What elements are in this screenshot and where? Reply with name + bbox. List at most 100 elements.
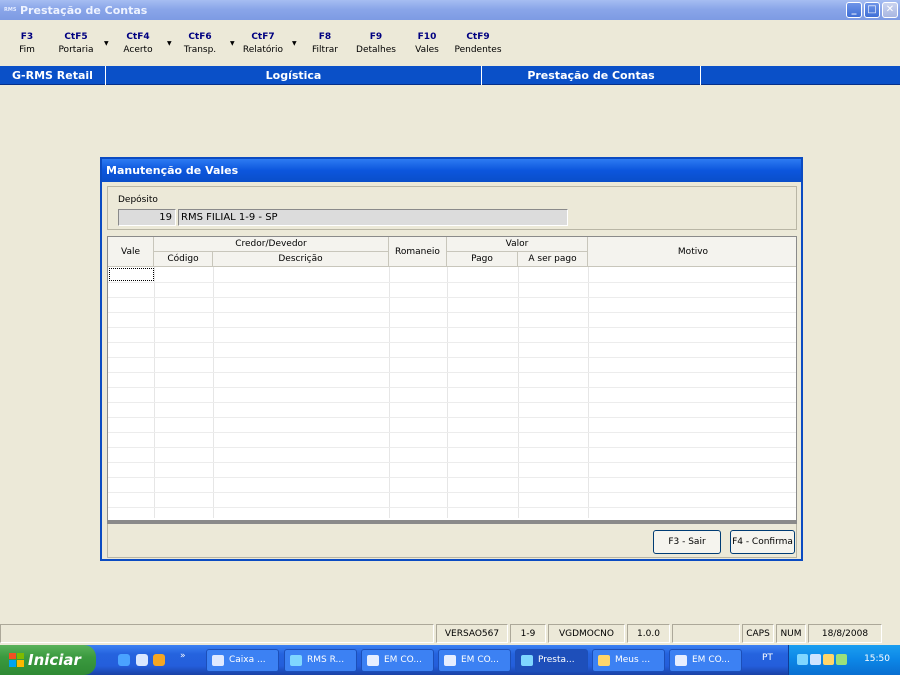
toolbar-relatorio-button[interactable]: CtF7 Relatório (233, 32, 293, 55)
col-romaneio[interactable]: Romaneio (389, 237, 447, 267)
dialog-title[interactable]: Manutenção de Vales (102, 159, 801, 182)
grid-line (108, 312, 796, 313)
task-presta[interactable]: Presta... (515, 649, 588, 672)
col-codigo[interactable]: Código (154, 252, 213, 267)
confirma-button[interactable]: F4 - Confirma (730, 530, 795, 554)
ie-icon[interactable] (118, 654, 130, 666)
network-icon[interactable] (810, 654, 821, 665)
desktop-icon[interactable] (136, 654, 148, 666)
grid-line (108, 417, 796, 418)
function-toolbar: F3 Fim CtF5 Portaria ▼ CtF4 Acerto ▼ CtF… (0, 20, 900, 65)
word-icon (444, 655, 456, 666)
toolbar-transp-button[interactable]: CtF6 Transp. (170, 32, 230, 55)
task-rms-r[interactable]: RMS R... (284, 649, 357, 672)
col-vale[interactable]: Vale (108, 237, 154, 267)
grid-line (108, 402, 796, 403)
window-titlebar[interactable]: RMS Prestação de Contas _ □ ✕ (0, 0, 900, 20)
grid-line (108, 477, 796, 478)
status-filial: 1-9 (510, 624, 546, 643)
task-label: Caixa ... (229, 655, 266, 665)
grid-line (108, 327, 796, 328)
status-caps: CAPS (742, 624, 774, 643)
dialog-footer: F3 - Sair F4 - Confirma (107, 524, 797, 558)
grid-line (108, 492, 796, 493)
language-indicator[interactable]: PT (762, 653, 773, 663)
grid-line (108, 462, 796, 463)
window-title: Prestação de Contas (20, 3, 148, 17)
rms-icon (290, 655, 302, 666)
toolbar-key: CtF5 (64, 32, 88, 42)
minimize-icon[interactable]: _ (846, 2, 862, 18)
task-caixa[interactable]: Caixa ... (206, 649, 279, 672)
grid-line (108, 372, 796, 373)
grid-line (108, 432, 796, 433)
sair-button[interactable]: F3 - Sair (653, 530, 721, 554)
toolbar-label: Acerto (123, 45, 153, 55)
status-num: NUM (776, 624, 806, 643)
grid-line (447, 267, 448, 518)
col-a-ser-pago[interactable]: A ser pago (518, 252, 588, 267)
security-icon[interactable] (836, 654, 847, 665)
grid-line (213, 267, 214, 518)
toolbar-label: Relatório (242, 45, 284, 55)
task-label: EM CO... (692, 655, 730, 665)
windows-flag-icon (9, 653, 24, 667)
col-pago[interactable]: Pago (447, 252, 518, 267)
status-bar: VERSAO567 1-9 VGDMOCNO 1.0.0 CAPS NUM 18… (0, 624, 900, 644)
start-button[interactable]: Iniciar (0, 645, 96, 675)
grid-focus-cell[interactable] (109, 268, 154, 281)
grid-line (389, 267, 390, 518)
status-blank (672, 624, 740, 643)
grid-bottom-border (108, 520, 796, 523)
close-icon[interactable]: ✕ (882, 2, 898, 18)
col-group-valor: Valor (447, 237, 588, 252)
volume-icon[interactable] (823, 654, 834, 665)
rms-tray-icon[interactable] (797, 654, 808, 665)
grid-line (108, 507, 796, 508)
deposito-name-field: RMS FILIAL 1-9 - SP (178, 209, 568, 226)
rms-icon (521, 655, 533, 666)
col-descricao[interactable]: Descrição (213, 252, 389, 267)
system-tray: 15:50 (788, 645, 900, 675)
app-icon: RMS (4, 6, 17, 13)
toolbar-key: CtF9 (466, 32, 490, 42)
deposito-label: Depósito (118, 195, 158, 205)
media-player-icon[interactable] (153, 654, 165, 666)
toolbar-pendentes-button[interactable]: CtF9 Pendentes (448, 32, 508, 55)
task-meus[interactable]: Meus ... (592, 649, 665, 672)
clock[interactable]: 15:50 (864, 654, 890, 664)
task-em-co-3[interactable]: EM CO... (669, 649, 742, 672)
vales-dialog: Manutenção de Vales Depósito 19 RMS FILI… (100, 157, 803, 561)
col-group-credor-devedor: Credor/Devedor (154, 237, 389, 252)
task-label: Meus ... (615, 655, 651, 665)
toolbar-label: Pendentes (454, 45, 502, 55)
vales-grid[interactable]: Vale Credor/Devedor Código Descrição Rom… (107, 236, 797, 524)
task-label: EM CO... (461, 655, 499, 665)
status-message (0, 624, 434, 643)
start-label: Iniciar (28, 651, 81, 669)
system-name: G-RMS Retail (0, 66, 106, 85)
grid-line (108, 387, 796, 388)
toolbar-portaria-button[interactable]: CtF5 Portaria (46, 32, 106, 55)
chevron-right-icon[interactable]: » (180, 651, 186, 661)
toolbar-key: CtF7 (251, 32, 275, 42)
task-label: EM CO... (384, 655, 422, 665)
grid-line (154, 267, 155, 518)
window-controls: _ □ ✕ (846, 2, 898, 18)
toolbar-acerto-button[interactable]: CtF4 Acerto (108, 32, 168, 55)
toolbar-key: CtF6 (188, 32, 212, 42)
module-name: Logística (106, 66, 482, 85)
task-label: RMS R... (307, 655, 345, 665)
toolbar-label: Transp. (183, 45, 217, 55)
toolbar-key: CtF4 (126, 32, 150, 42)
task-label: Presta... (538, 655, 575, 665)
col-motivo[interactable]: Motivo (588, 237, 796, 267)
grid-line (518, 267, 519, 518)
context-header: G-RMS Retail Logística Prestação de Cont… (0, 66, 900, 85)
task-em-co-2[interactable]: EM CO... (438, 649, 511, 672)
grid-line (108, 357, 796, 358)
taskbar: Iniciar » Caixa ... RMS R... EM CO... EM… (0, 645, 900, 675)
maximize-icon[interactable]: □ (864, 2, 880, 18)
task-em-co-1[interactable]: EM CO... (361, 649, 434, 672)
grid-line (108, 447, 796, 448)
